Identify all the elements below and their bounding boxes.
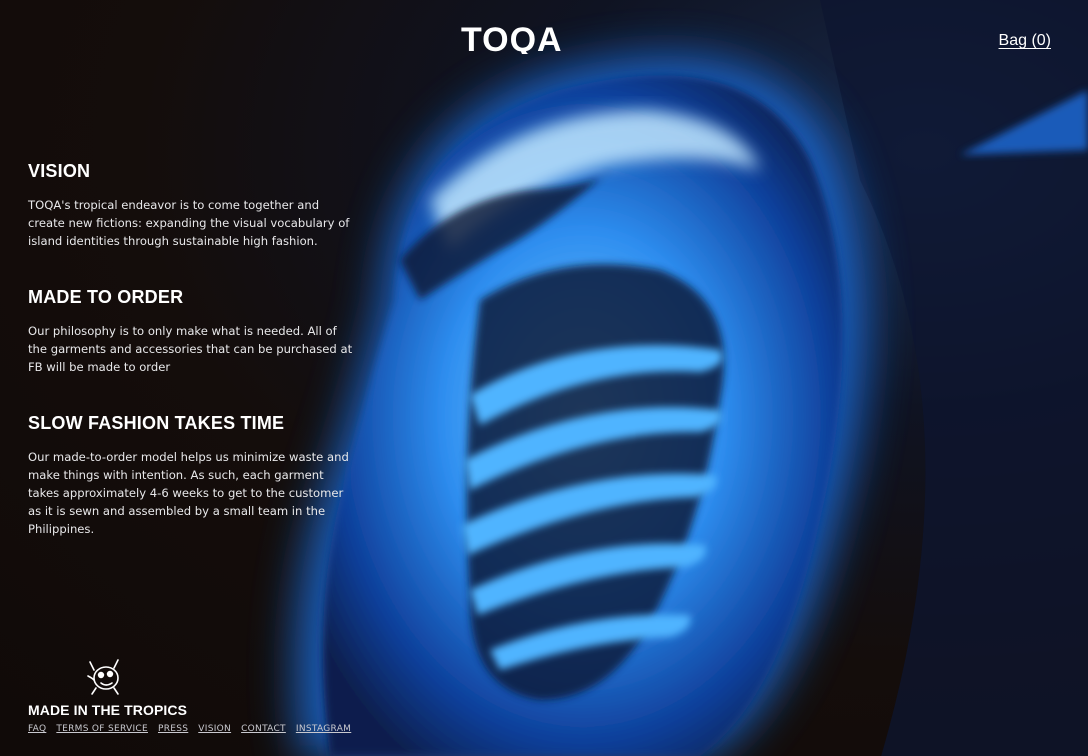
slow-fashion-section: SLOW FASHION TAKES TIME Our made-to-orde… (28, 413, 358, 538)
footer-link-terms[interactable]: TERMS OF SERVICE (56, 724, 148, 734)
footer-link-vision[interactable]: VISION (198, 724, 231, 734)
footer-link-contact[interactable]: CONTACT (241, 724, 286, 734)
footer-link-instagram[interactable]: INSTAGRAM (296, 724, 351, 734)
section-body: Our made-to-order model helps us minimiz… (28, 450, 349, 536)
bag-link[interactable]: Bag (0) (999, 32, 1051, 50)
section-title: SLOW FASHION TAKES TIME (28, 413, 285, 433)
section-title: MADE TO ORDER (28, 287, 184, 307)
toqa-logo[interactable]: TOQA (461, 22, 587, 54)
cartoon-creature-icon (87, 659, 119, 695)
section-body: Our philosophy is to only make what is n… (28, 324, 353, 374)
section-title: VISION (28, 161, 91, 181)
vision-section: VISION TOQA's tropical endeavor is to co… (28, 161, 358, 250)
content: VISION TOQA's tropical endeavor is to co… (28, 161, 358, 575)
made-to-order-section: MADE TO ORDER Our philosophy is to only … (28, 287, 358, 376)
footer-title: MADE IN THE TROPICS (28, 702, 188, 718)
section-body: TOQA's tropical endeavor is to come toge… (28, 198, 350, 248)
page: TOQA Bag (0) VISION TOQA's tropical ende… (0, 0, 1088, 756)
footer-link-faq[interactable]: FAQ (28, 724, 46, 734)
svg-text:TOQA: TOQA (461, 22, 563, 54)
footer-nav: FAQ TERMS OF SERVICE PRESS VISION CONTAC… (28, 724, 351, 734)
footer-link-press[interactable]: PRESS (158, 724, 188, 734)
